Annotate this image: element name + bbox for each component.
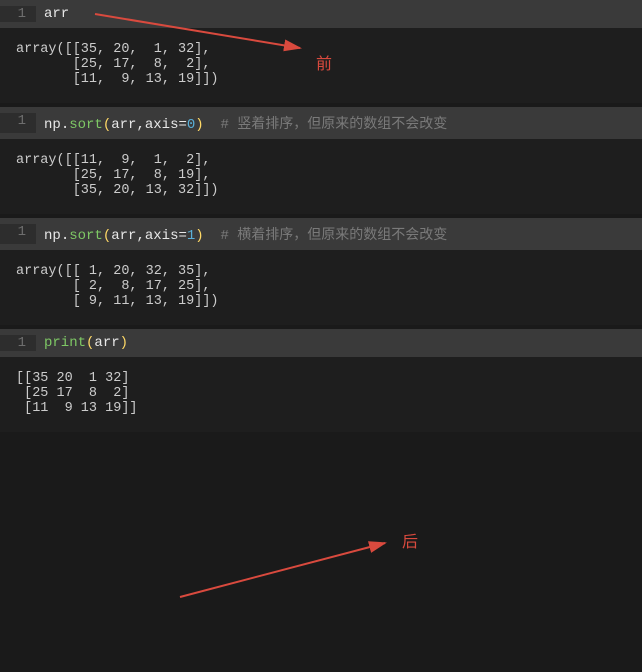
code-line[interactable]: np.sort(arr,axis=1) # 横着排序，但原来的数组不会改变 [36,224,642,244]
code-line[interactable]: np.sort(arr,axis=0) # 竖着排序，但原来的数组不会改变 [36,113,642,133]
notebook-cell: 1 np.sort(arr,axis=1) # 横着排序，但原来的数组不会改变 … [0,218,642,325]
line-number-gutter: 1 [0,335,36,351]
line-number-gutter: 1 [0,113,36,133]
line-number: 1 [18,224,26,240]
output-text: array([[11, 9, 1, 2], [25, 17, 8, 19], [… [0,139,642,214]
line-number-gutter: 1 [0,6,36,22]
code-input-area[interactable]: 1 arr [0,0,642,28]
code-input-area[interactable]: 1 np.sort(arr,axis=0) # 竖着排序，但原来的数组不会改变 [0,107,642,139]
annotation-after-label: 后 [402,528,418,552]
output-text: array([[35, 20, 1, 32], [25, 17, 8, 2], … [0,28,642,103]
line-number: 1 [18,6,26,22]
line-number: 1 [18,113,26,129]
code-input-area[interactable]: 1 print(arr) [0,329,642,357]
output-text: array([[ 1, 20, 32, 35], [ 2, 8, 17, 25]… [0,250,642,325]
notebook-cell: 1 arr array([[35, 20, 1, 32], [25, 17, 8… [0,0,642,103]
output-text: [[35 20 1 32] [25 17 8 2] [11 9 13 19]] [0,357,642,432]
line-number-gutter: 1 [0,224,36,244]
code-line[interactable]: arr [36,6,642,22]
notebook-cell: 1 print(arr) [[35 20 1 32] [25 17 8 2] [… [0,329,642,432]
line-number: 1 [18,335,26,351]
code-line[interactable]: print(arr) [36,335,642,351]
arrow-after-icon [170,535,400,605]
code-input-area[interactable]: 1 np.sort(arr,axis=1) # 横着排序，但原来的数组不会改变 [0,218,642,250]
notebook-cell: 1 np.sort(arr,axis=0) # 竖着排序，但原来的数组不会改变 … [0,107,642,214]
